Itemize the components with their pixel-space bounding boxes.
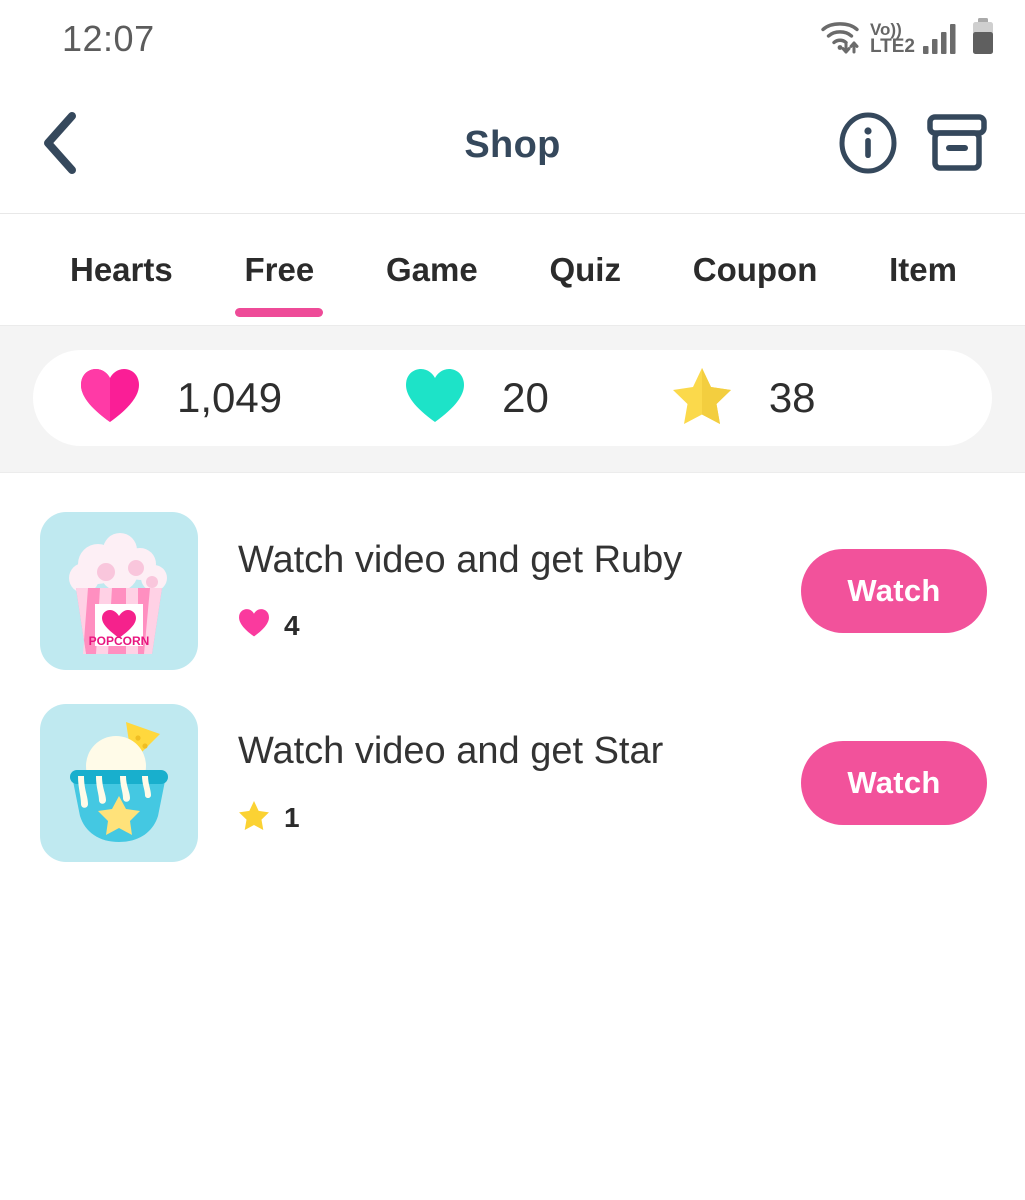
app-header: Shop xyxy=(0,78,1025,214)
tab-free[interactable]: Free xyxy=(235,214,324,325)
pink-heart-icon xyxy=(238,608,270,643)
status-time: 12:07 xyxy=(62,18,155,59)
tab-label: Free xyxy=(244,250,315,288)
header-actions xyxy=(837,112,989,179)
tab-label: Item xyxy=(889,250,957,288)
tab-label: Hearts xyxy=(70,250,173,288)
tab-coupon[interactable]: Coupon xyxy=(687,214,824,325)
currency-stars-value: 38 xyxy=(768,374,816,421)
offer-thumbnail xyxy=(40,704,198,862)
wifi-icon xyxy=(819,17,865,62)
volte-label-bottom: LTE2 xyxy=(869,36,915,58)
watch-button[interactable]: Watch xyxy=(801,741,987,825)
pink-heart-icon xyxy=(79,367,141,430)
status-icons: Vo)) LTE2 xyxy=(819,17,997,62)
svg-text:POPCORN: POPCORN xyxy=(89,634,150,648)
currency-hearts[interactable]: 1,049 xyxy=(79,367,282,430)
offer-body: Watch video and get Star 1 xyxy=(198,730,801,836)
teal-heart-icon xyxy=(404,367,466,430)
offer-title: Watch video and get Star xyxy=(238,730,664,773)
offer-title: Watch video and get Ruby xyxy=(238,538,683,581)
chevron-left-icon xyxy=(38,110,84,181)
offer-thumbnail: POPCORN xyxy=(40,512,198,670)
popcorn-icon: POPCORN xyxy=(40,533,198,670)
offer-reward: 1 xyxy=(238,800,781,836)
volte-indicator: Vo)) LTE2 xyxy=(869,21,915,58)
tab-bar: Hearts Free Game Quiz Coupon Item xyxy=(0,214,1025,326)
currency-bar: 1,049 20 38 xyxy=(33,350,992,446)
offer-list: POPCORN Watch video and get Ruby 4 Watch xyxy=(0,473,1025,879)
list-item[interactable]: POPCORN Watch video and get Ruby 4 Watch xyxy=(0,495,1025,687)
tab-label: Game xyxy=(385,250,478,288)
yellow-star-icon xyxy=(238,800,270,836)
ice-cream-bowl-icon xyxy=(40,722,198,862)
list-item[interactable]: Watch video and get Star 1 Watch xyxy=(0,687,1025,879)
archive-box-icon xyxy=(925,114,989,178)
tab-hearts[interactable]: Hearts xyxy=(64,214,179,325)
offer-reward-amount: 4 xyxy=(284,609,300,641)
tab-quiz[interactable]: Quiz xyxy=(543,214,627,325)
currency-rubies[interactable]: 20 xyxy=(404,367,549,430)
status-bar: 12:07 Vo)) LTE2 xyxy=(0,0,1025,78)
yellow-star-icon xyxy=(671,366,733,431)
tab-label: Quiz xyxy=(549,250,621,288)
tab-game[interactable]: Game xyxy=(380,214,484,325)
archive-button[interactable] xyxy=(925,112,989,179)
signal-bars-icon xyxy=(922,19,962,60)
watch-button[interactable]: Watch xyxy=(801,549,987,633)
info-circle-icon xyxy=(837,112,899,178)
offer-reward-amount: 1 xyxy=(284,801,300,833)
tab-active-underline xyxy=(235,308,324,317)
info-button[interactable] xyxy=(837,112,899,179)
currency-stars[interactable]: 38 xyxy=(671,366,816,431)
tab-item[interactable]: Item xyxy=(883,214,963,325)
currency-hearts-value: 1,049 xyxy=(177,374,283,421)
currency-band: 1,049 20 38 xyxy=(0,326,1025,473)
back-button[interactable] xyxy=(38,111,108,181)
tab-label: Coupon xyxy=(692,250,818,288)
offer-body: Watch video and get Ruby 4 xyxy=(198,539,801,644)
currency-rubies-value: 20 xyxy=(502,374,549,421)
offer-reward: 4 xyxy=(238,608,781,643)
battery-icon xyxy=(969,17,997,62)
